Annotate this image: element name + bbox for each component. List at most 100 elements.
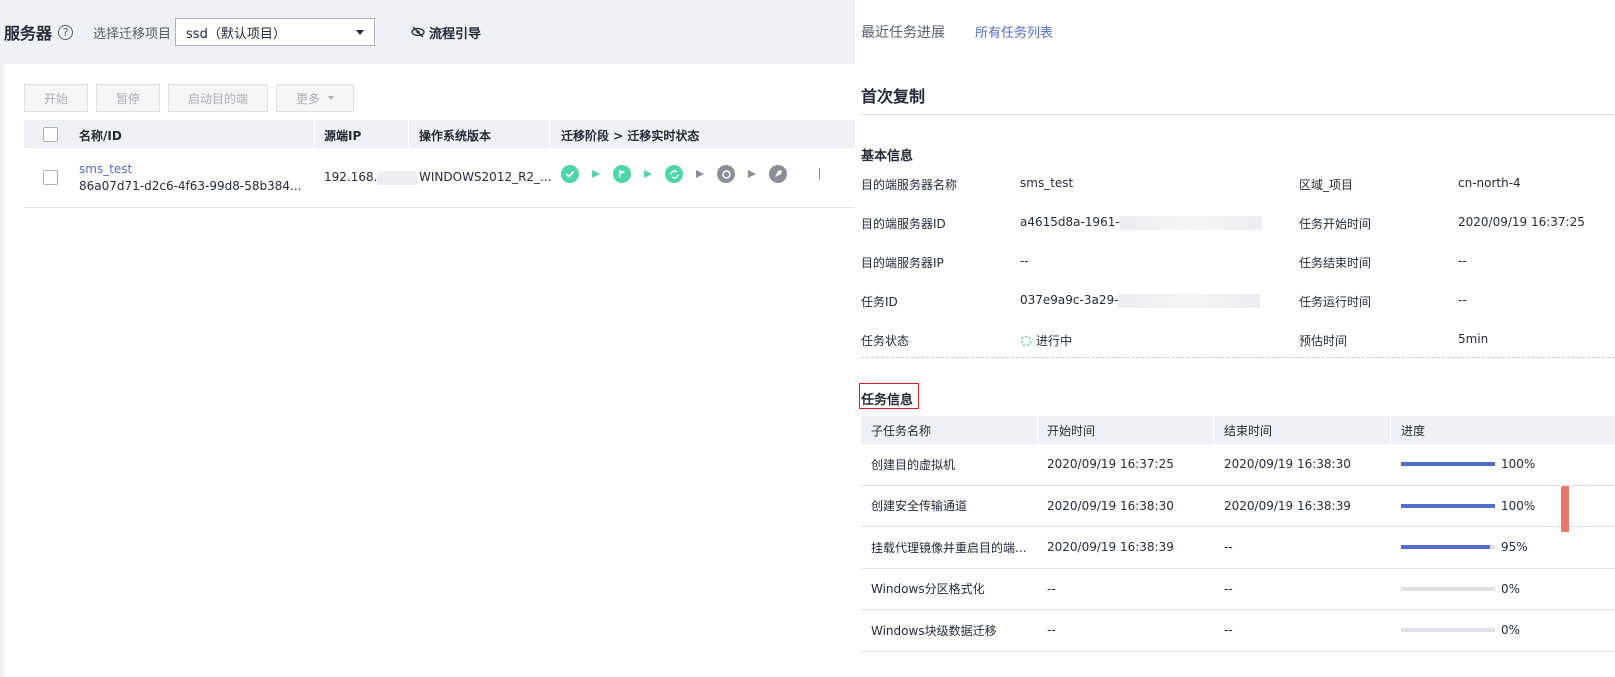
panel-title: 首次复制 (861, 87, 926, 106)
info-label: 区域_项目 (1299, 178, 1354, 192)
subtask-rows: 创建目的虚拟机 2020/09/19 16:37:25 2020/09/19 16:… (861, 444, 1615, 652)
server-id: 86a07d71-d2c6-4f63-99d8-58b384... (79, 179, 302, 193)
task-id: 037e9a9c-3a29- (1020, 293, 1119, 307)
select-all-checkbox[interactable] (43, 127, 58, 142)
progress-bar (1401, 545, 1495, 550)
progress-label: 100% (1501, 457, 1536, 472)
tab-all-tasks[interactable]: 所有任务列表 (975, 22, 1053, 42)
info-value: -- (1458, 293, 1467, 307)
subtask-name: 创建目的虚拟机 (871, 457, 956, 472)
table-row: 创建目的虚拟机 2020/09/19 16:37:25 2020/09/19 16:… (861, 444, 1615, 486)
progress-label: 95% (1501, 540, 1528, 555)
launch-target-label: 启动目的端 (187, 91, 248, 106)
launch-target-button[interactable]: 启动目的端 (168, 84, 268, 112)
column-name: 名称/ID (79, 129, 122, 143)
table-row[interactable]: sms_test 86a07d71-d2c6-4f63-99d8-58b384.… (24, 148, 855, 208)
help-icon[interactable]: ? (58, 24, 74, 40)
subtask-start: 2020/09/19 16:38:39 (1047, 540, 1174, 555)
info-value: cn-north-4 (1458, 176, 1521, 190)
subtask-end: 2020/09/19 16:38:30 (1224, 457, 1351, 472)
info-value: 5min (1458, 332, 1489, 346)
redaction-mask (1118, 293, 1261, 308)
column-divider (549, 120, 550, 148)
eye-off-icon (411, 26, 425, 38)
column-stage: 迁移阶段 > 迁移实时状态 (561, 129, 700, 143)
progress-fill (1401, 462, 1495, 467)
arrow-right-icon (644, 170, 652, 178)
info-label: 目的端服务器IP (861, 256, 944, 270)
table-row: 挂载代理镜像并重启目的端... 2020/09/19 16:38:39 -- 95% (861, 527, 1615, 569)
progress-cell: 100% (1401, 486, 1535, 527)
subtask-table-header: 子任务名称 开始时间 结束时间 进度 (861, 416, 1615, 444)
column-ip: 源端IP (324, 129, 362, 143)
info-label: 任务开始时间 (1299, 217, 1372, 231)
info-label: 任务运行时间 (1299, 295, 1372, 309)
table-row: 创建安全传输通道 2020/09/19 16:38:30 2020/09/19 16… (861, 486, 1615, 527)
column-divider (408, 120, 409, 148)
column-divider (314, 120, 315, 148)
tab-recent-progress[interactable]: 最近任务进展 (861, 22, 945, 42)
progress-cell: 100% (1401, 444, 1535, 485)
info-value: a4615d8a-1961- (1020, 215, 1262, 230)
basic-info-title: 基本信息 (861, 149, 914, 164)
divider (819, 168, 820, 180)
toolbar: 开始 暂停 启动目的端 更多 (24, 84, 354, 112)
info-value: 037e9a9c-3a29- (1020, 293, 1261, 308)
more-button[interactable]: 更多 (276, 84, 354, 112)
subtask-start: 2020/09/19 16:38:30 (1047, 498, 1174, 513)
check-icon (561, 165, 579, 183)
progress-cell: 0% (1401, 610, 1520, 651)
column-progress: 进度 (1401, 423, 1426, 438)
server-table: 名称/ID 源端IP 操作系统版本 迁移阶段 > 迁移实时状态 sms_test… (24, 120, 855, 208)
pause-button[interactable]: 暂停 (96, 84, 160, 112)
start-button[interactable]: 开始 (24, 84, 88, 112)
side-float-tab[interactable] (1561, 486, 1569, 532)
ip-mask (377, 170, 418, 185)
progress-cell: 0% (1401, 569, 1520, 610)
rocket-icon (769, 165, 787, 183)
chevron-down-icon (356, 29, 365, 35)
panel-tabs: 最近任务进展 所有任务列表 (861, 22, 1053, 42)
task-info-title: 任务信息 (861, 393, 914, 408)
progress-fill (1401, 503, 1495, 508)
guide-link[interactable]: 流程引导 (411, 23, 481, 42)
row-checkbox[interactable] (43, 170, 58, 185)
subtask-end: 2020/09/19 16:38:39 (1224, 498, 1351, 513)
progress-bar (1401, 628, 1495, 633)
divider (861, 114, 1615, 115)
sync-icon (665, 165, 683, 183)
progress-fill (1401, 545, 1491, 550)
info-value: -- (1458, 254, 1467, 268)
os-version: WINDOWS2012_R2_... (419, 170, 552, 184)
progress-label: 0% (1501, 623, 1521, 638)
task-status-text: 进行中 (1036, 334, 1073, 348)
chevron-down-icon (328, 96, 334, 100)
subtask-start: 2020/09/19 16:37:25 (1047, 457, 1174, 472)
column-divider (1037, 416, 1038, 444)
info-value: 2020/09/19 16:37:25 (1458, 215, 1585, 229)
project-select-value: ssd（默认项目） (186, 26, 286, 42)
arrow-right-icon (696, 170, 704, 178)
page-title: 服务器 (4, 24, 53, 43)
progress-bar (1401, 586, 1495, 591)
source-ip: 192.168. (324, 170, 418, 185)
progress-bar (1401, 503, 1495, 508)
subtask-start: -- (1047, 581, 1056, 596)
subtask-name: Windows分区格式化 (871, 582, 985, 597)
subtask-name: 创建安全传输通道 (871, 499, 968, 514)
column-divider (1213, 416, 1214, 444)
subtask-end: -- (1224, 623, 1233, 638)
table-header: 名称/ID 源端IP 操作系统版本 迁移阶段 > 迁移实时状态 (24, 120, 855, 148)
arrow-right-icon (748, 170, 756, 178)
subtask-end: -- (1224, 581, 1233, 596)
migration-stages (561, 165, 820, 183)
server-name-link[interactable]: sms_test (79, 162, 132, 176)
top-bar: 服务器 ? 选择迁移项目 ssd（默认项目） 流程引导 (0, 0, 855, 64)
subtask-name: 挂载代理镜像并重启目的端... (871, 540, 1027, 555)
main-content: 开始 暂停 启动目的端 更多 名称/ID 源端IP 操作系统版本 迁移阶段 > … (4, 64, 855, 677)
arrow-right-icon (592, 170, 600, 178)
info-label: 任务状态 (861, 334, 910, 348)
column-os: 操作系统版本 (419, 129, 492, 143)
project-select[interactable]: ssd（默认项目） (175, 18, 376, 46)
subtask-start: -- (1047, 623, 1056, 638)
